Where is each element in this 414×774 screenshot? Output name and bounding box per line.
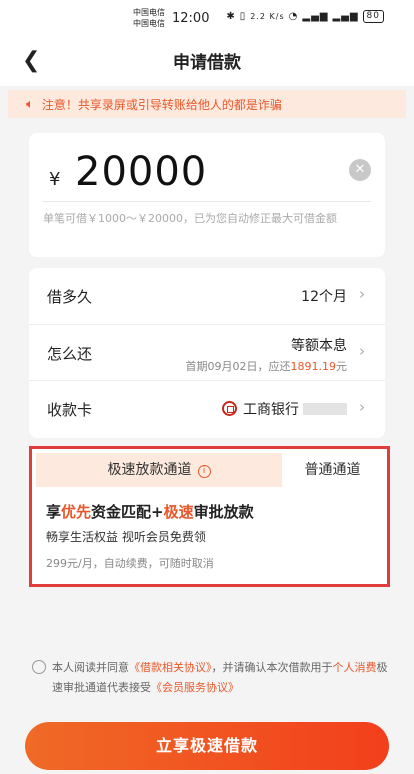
chevron-right-icon: › [359, 398, 365, 416]
clear-icon[interactable]: ✕ [349, 159, 371, 181]
amount-card: ¥ 20000 ✕ 单笔可借￥1000～￥20000，已为您自动修正最大可借金额 [29, 133, 385, 257]
signal-2-icon: ▂▄▆ [332, 11, 359, 22]
loan-options-card: 借多久 12个月 › 怎么还 等额本息 首期09月02日，应还1891.19元 … [29, 268, 385, 438]
notice-text: 注意！共享录屏或引导转账给他人的都是诈骗 [41, 97, 282, 112]
submit-loan-button[interactable]: 立享极速借款 [25, 722, 389, 770]
fraud-notice: 🔈︎ 注意！共享录屏或引导转账给他人的都是诈骗 [8, 90, 406, 118]
agree-radio[interactable] [32, 660, 46, 674]
agreement-part: ，并请确认本次借款用于 [211, 661, 333, 674]
repay-amount: 1891.19 [290, 360, 337, 373]
repay-label: 怎么还 [47, 345, 93, 363]
repay-detail-prefix: 首期09月02日，应还 [185, 360, 291, 373]
amount-underline [43, 201, 371, 202]
card-value: 工商银行 [222, 399, 347, 419]
status-icons: ✱ ▯ 2.2 K/s ◔ ▂▄▆ ▂▄▆ 80 [226, 10, 384, 23]
chevron-right-icon: › [359, 285, 365, 303]
battery-icon: 80 [362, 10, 384, 23]
bluetooth-icon: ✱ [226, 11, 236, 22]
network-speed: 2.2 K/s [250, 12, 285, 21]
repay-value: 等额本息 [291, 338, 347, 354]
clock: 12:00 [172, 11, 210, 26]
channel-price: 299元/月，自动续费，可随时取消 [46, 557, 214, 570]
repay-row[interactable]: 怎么还 等额本息 首期09月02日，应还1891.19元 › [29, 324, 385, 380]
icbc-logo-icon [222, 401, 237, 416]
title-part: 资金匹配+ [91, 503, 164, 521]
agreement-part: 本人阅读并同意 [52, 661, 129, 674]
signal-icon: ▂▄▆ [302, 11, 329, 22]
personal-consumption-link[interactable]: 个人消费 [333, 661, 377, 674]
agreement-text: 本人阅读并同意《借款相关协议》，并请确认本次借款用于个人消费极速审批通道代表接受… [32, 658, 392, 698]
channel-tabs: 极速放款通道 i 普通通道 [32, 449, 387, 487]
term-value: 12个月 [301, 289, 347, 305]
title-highlight: 极速 [163, 503, 194, 521]
repay-detail: 首期09月02日，应还1891.19元 [186, 358, 348, 374]
status-bar: 中国电信 中国电信 12:00 ✱ ▯ 2.2 K/s ◔ ▂▄▆ ▂▄▆ 80 [0, 0, 414, 38]
chevron-right-icon: › [359, 342, 365, 360]
page-title: 申请借款 [173, 53, 241, 73]
carrier-2: 中国电信 [133, 19, 165, 28]
card-label: 收款卡 [47, 401, 93, 419]
speaker-icon: 🔈︎ [26, 96, 34, 112]
channel-box: 极速放款通道 i 普通通道 享优先资金匹配+极速审批放款 畅享生活权益 视听会员免… [29, 446, 390, 587]
card-row[interactable]: 收款卡 工商银行 › [29, 380, 385, 436]
carrier-names: 中国电信 中国电信 [133, 7, 165, 29]
title-highlight: 优先 [61, 503, 92, 521]
title-part: 审批放款 [193, 503, 254, 521]
amount-hint: 单笔可借￥1000～￥20000，已为您自动修正最大可借金额 [43, 212, 337, 225]
title-part: 享 [46, 503, 62, 521]
masked-card-number [303, 403, 347, 415]
loan-agreement-link[interactable]: 《借款相关协议》 [129, 661, 212, 674]
info-icon[interactable]: i [197, 465, 211, 478]
member-agreement-link[interactable]: 《会员服务协议》 [151, 681, 239, 694]
wifi-icon: ◔ [288, 11, 299, 22]
term-row[interactable]: 借多久 12个月 › [29, 268, 385, 324]
repay-detail-suffix: 元 [336, 360, 347, 373]
bank-name: 工商银行 [243, 402, 299, 418]
nav-bar: ❮ 申请借款 [0, 38, 414, 84]
tab-fast-channel[interactable]: 极速放款通道 i [36, 453, 282, 487]
tab-normal-channel[interactable]: 普通通道 [282, 453, 383, 487]
agreement: 本人阅读并同意《借款相关协议》，并请确认本次借款用于个人消费极速审批通道代表接受… [32, 658, 392, 698]
currency-symbol: ¥ [49, 169, 61, 190]
amount-input[interactable]: 20000 [75, 149, 207, 195]
vibrate-icon: ▯ [239, 11, 247, 22]
carrier-1: 中国电信 [133, 8, 165, 17]
fast-tab-label: 极速放款通道 [107, 462, 192, 478]
term-label: 借多久 [47, 288, 93, 306]
channel-title: 享优先资金匹配+极速审批放款 [46, 501, 254, 522]
channel-subtitle: 畅享生活权益 视听会员免费领 [46, 530, 206, 544]
